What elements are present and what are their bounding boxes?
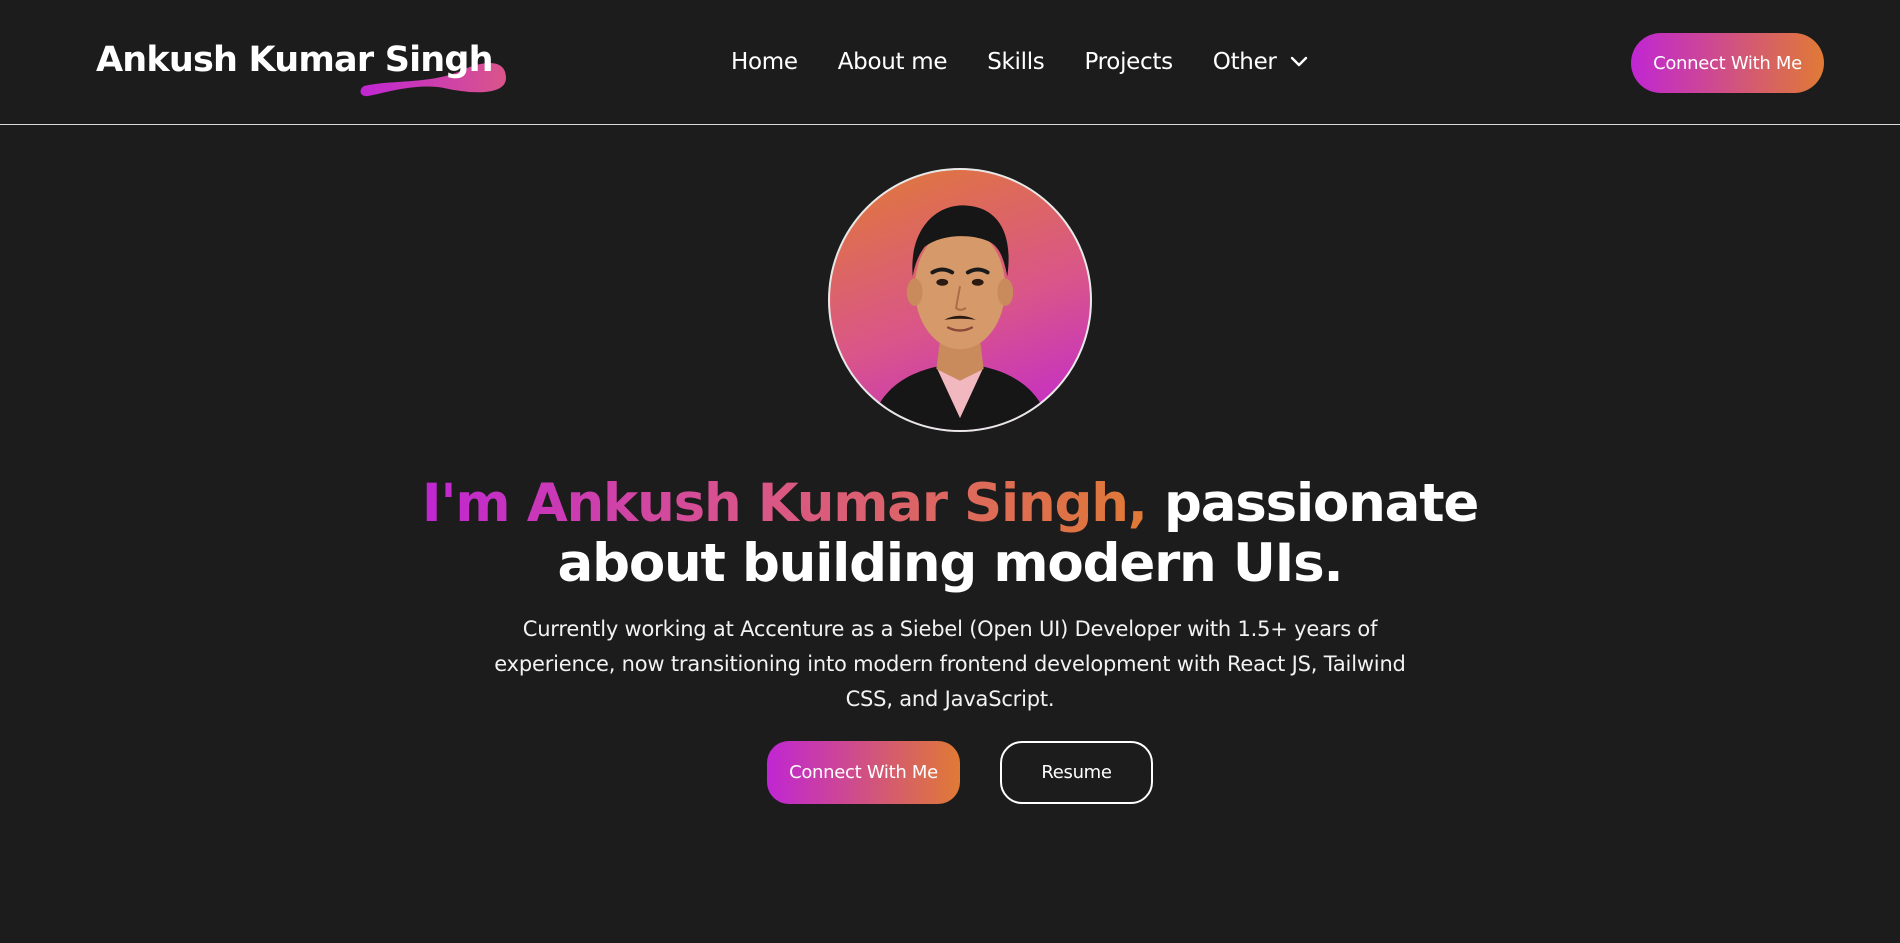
resume-button[interactable]: Resume (1000, 741, 1153, 804)
logo-text: Ankush Kumar Singh (96, 40, 494, 80)
nav-projects[interactable]: Projects (1084, 49, 1173, 75)
hero-heading-name: I'm Ankush Kumar Singh, (421, 473, 1148, 534)
header-connect-button[interactable]: Connect With Me (1631, 33, 1824, 93)
nav-other-dropdown[interactable]: Other (1213, 49, 1309, 75)
hero-connect-button[interactable]: Connect With Me (767, 741, 960, 804)
nav-skills[interactable]: Skills (987, 49, 1045, 75)
profile-portrait-illustration (869, 205, 1051, 430)
hero-heading: I'm Ankush Kumar Singh, passionate about… (350, 474, 1550, 594)
main-nav: Home About me Skills Projects Other (731, 44, 1309, 80)
nav-home[interactable]: Home (731, 49, 798, 75)
chevron-down-icon (1290, 56, 1307, 67)
profile-avatar (828, 168, 1092, 432)
nav-other-label: Other (1212, 49, 1277, 75)
logo[interactable]: Ankush Kumar Singh (96, 38, 506, 97)
hero-subtitle: Currently working at Accenture as a Sieb… (494, 617, 1406, 711)
nav-about-me[interactable]: About me (838, 49, 948, 75)
portfolio-page: Ankush Kumar Singh Home About me Skills … (0, 0, 1900, 943)
navbar: Ankush Kumar Singh Home About me Skills … (0, 0, 1900, 125)
